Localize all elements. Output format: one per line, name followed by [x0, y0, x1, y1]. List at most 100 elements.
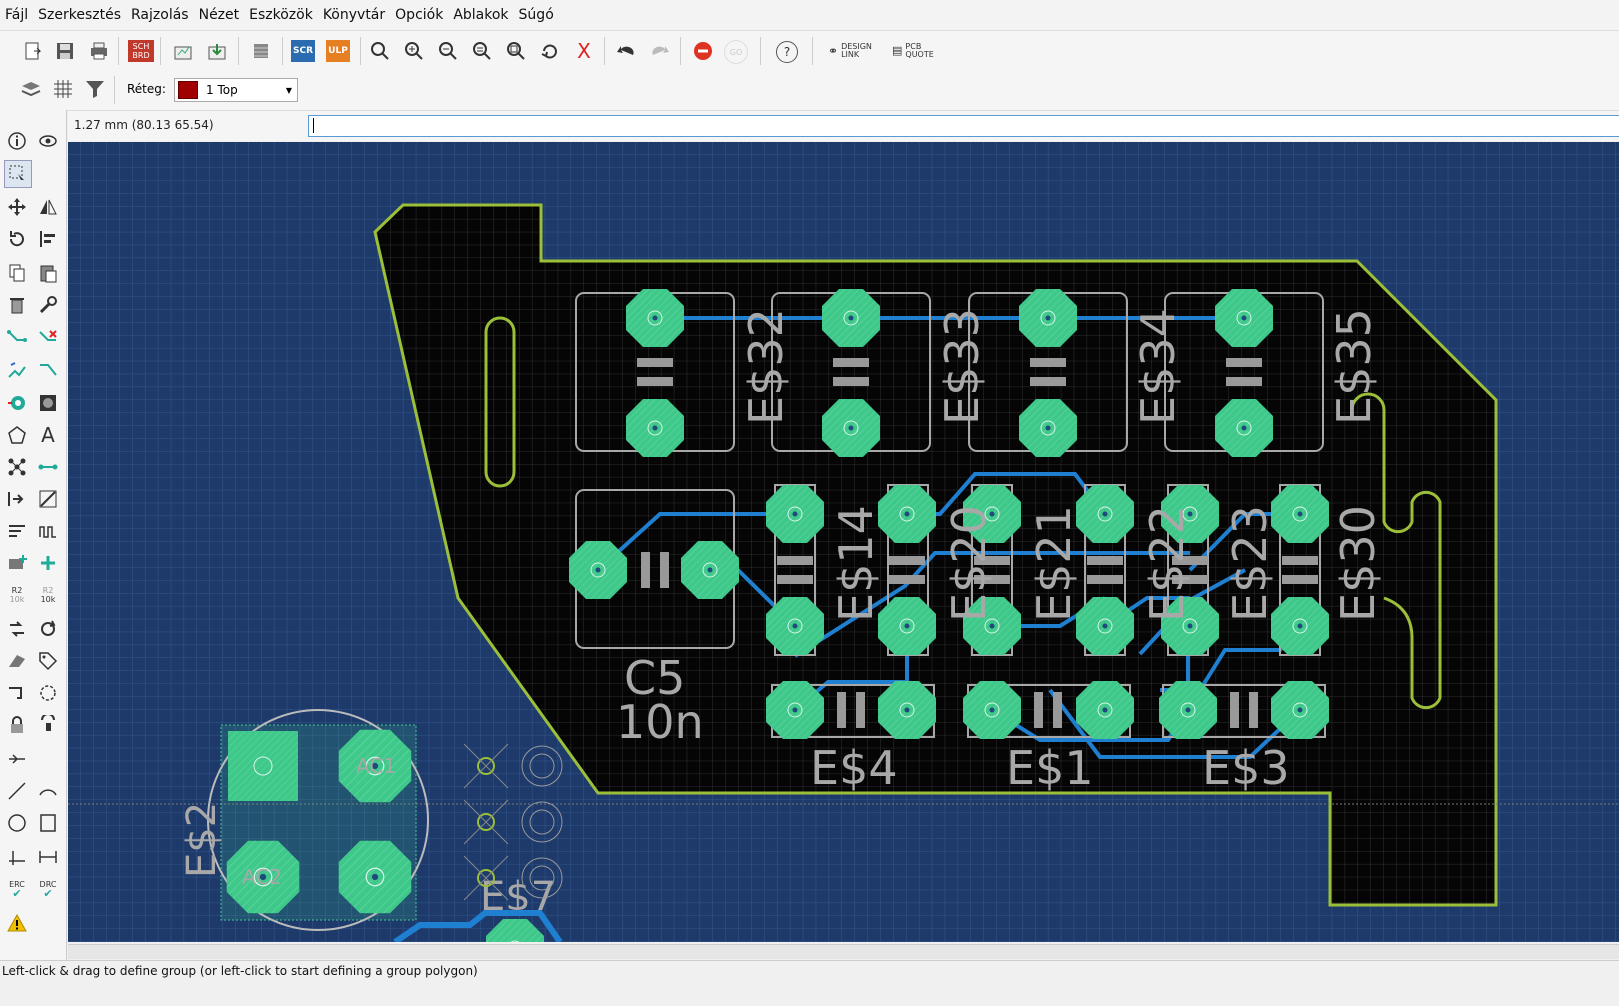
quote-icon: ▤ [892, 44, 903, 57]
grid-icon[interactable] [50, 76, 76, 102]
scr-button[interactable]: SCR [291, 40, 315, 62]
name-tool[interactable]: R2 10k [4, 582, 30, 608]
signal-icon[interactable] [4, 454, 30, 480]
paste-icon[interactable] [35, 260, 61, 286]
split-icon[interactable] [4, 680, 30, 706]
tag-icon[interactable] [35, 648, 61, 674]
add-part-icon[interactable] [4, 550, 30, 576]
export-icon[interactable] [204, 38, 230, 64]
ripup-icon[interactable] [35, 326, 61, 352]
add-icon[interactable] [35, 550, 61, 576]
polygon-icon[interactable] [4, 422, 30, 448]
menu-options[interactable]: Opciók [390, 7, 448, 23]
group-select-icon[interactable] [4, 160, 32, 188]
design-link-label: DESIGN LINK [841, 42, 872, 59]
value-tool[interactable]: R2 10k [35, 582, 61, 608]
name-tool-value: 10k [9, 595, 25, 604]
ulp-button[interactable]: ULP [326, 40, 350, 62]
pcb-quote-button[interactable]: ▤ PCB QUOTE [892, 38, 946, 64]
menu-file[interactable]: Fájl [0, 7, 33, 23]
meander-icon[interactable] [35, 358, 61, 384]
drc-button[interactable]: DRC ✔ [35, 876, 61, 902]
dimension-icon[interactable] [4, 844, 30, 870]
lock-toggle-icon[interactable] [35, 712, 61, 738]
go-button[interactable]: GO [724, 40, 748, 64]
connector-e2 [207, 709, 429, 931]
sch-brd-switch-button[interactable]: SCH BRD [128, 40, 154, 62]
filter-icon[interactable] [82, 76, 108, 102]
autorouter-icon[interactable] [4, 358, 30, 384]
cam-icon[interactable] [170, 38, 196, 64]
save-icon[interactable] [52, 38, 78, 64]
wire-net-icon[interactable] [35, 454, 61, 480]
zoom-in-icon[interactable] [401, 38, 427, 64]
zoom-out-icon[interactable] [435, 38, 461, 64]
arc-icon[interactable] [35, 778, 61, 804]
text-icon[interactable]: A [35, 422, 61, 448]
board-view[interactable]: E$32 E$33 E$34 E$35 E$14 E$20 E$21 E$22 … [68, 142, 1619, 942]
replace-icon[interactable] [4, 616, 30, 642]
eye-icon[interactable] [35, 128, 61, 154]
pad-label: AC2 [242, 865, 282, 889]
route-icon[interactable] [4, 326, 30, 352]
part-label: E$14 [829, 505, 883, 622]
smash-icon[interactable] [4, 648, 30, 674]
help-button[interactable]: ? [776, 41, 798, 63]
print-icon[interactable] [86, 38, 112, 64]
menu-library[interactable]: Könyvtár [318, 7, 390, 23]
meander-length-icon[interactable] [35, 518, 61, 544]
miter-icon[interactable] [4, 746, 30, 772]
pcb-canvas[interactable]: E$32 E$33 E$34 E$35 E$14 E$20 E$21 E$22 … [68, 142, 1619, 942]
info-icon[interactable] [4, 128, 30, 154]
redo-icon[interactable] [647, 38, 673, 64]
ratsnest-icon[interactable]: X [571, 38, 597, 64]
coordinate-readout: 1.27 mm (80.13 65.54) [74, 118, 214, 132]
horizontal-scrollbar[interactable] [68, 944, 1619, 959]
zoom-last-icon[interactable] [469, 38, 495, 64]
pcb-quote-label: PCB QUOTE [905, 42, 934, 59]
part-label: E$35 [1327, 308, 1381, 425]
delete-icon[interactable] [4, 292, 30, 318]
layer-label: Réteg: [127, 82, 166, 96]
zoom-fit-icon[interactable] [367, 38, 393, 64]
layer-select[interactable]: 1 Top ▼ [174, 78, 298, 102]
cap-value-label: 10n [616, 695, 704, 749]
menu-view[interactable]: Nézet [194, 7, 245, 23]
layer-3d-icon[interactable] [248, 38, 274, 64]
move-icon[interactable] [4, 194, 30, 220]
undo-icon[interactable] [613, 38, 639, 64]
warning-icon[interactable] [4, 910, 30, 936]
optimize-icon[interactable] [35, 680, 61, 706]
link-icon: ⚭ [828, 44, 839, 58]
command-input[interactable] [308, 115, 1619, 137]
mirror-icon[interactable] [35, 194, 61, 220]
align-icon[interactable] [35, 226, 61, 252]
layers-icon[interactable] [18, 76, 44, 102]
line-edit-icon[interactable] [35, 486, 61, 512]
wrench-icon[interactable] [35, 292, 61, 318]
menu-draw[interactable]: Rajzolás [126, 7, 194, 23]
part-label: E$3 [1202, 741, 1290, 795]
circle-icon[interactable] [4, 810, 30, 836]
zoom-select-icon[interactable] [503, 38, 529, 64]
rotate-icon[interactable] [4, 226, 30, 252]
swap-icon[interactable] [35, 616, 61, 642]
menu-tools[interactable]: Eszközök [244, 7, 318, 23]
stop-icon[interactable] [690, 38, 716, 64]
design-link-button[interactable]: ⚭ DESIGN LINK [828, 38, 882, 64]
rectangle-icon[interactable] [35, 810, 61, 836]
line-icon[interactable] [4, 778, 30, 804]
menu-windows[interactable]: Ablakok [448, 7, 513, 23]
menu-edit[interactable]: Szerkesztés [33, 7, 126, 23]
menu-help[interactable]: Súgó [514, 7, 559, 23]
open-icon[interactable] [20, 38, 46, 64]
via-icon[interactable] [4, 390, 30, 416]
multi-align-icon[interactable] [4, 518, 30, 544]
hole-icon[interactable] [35, 390, 61, 416]
lock-icon[interactable] [4, 712, 30, 738]
erc-button[interactable]: ERC ✔ [4, 876, 30, 902]
redraw-icon[interactable] [537, 38, 563, 64]
measure-icon[interactable] [35, 844, 61, 870]
copy-icon[interactable] [4, 260, 30, 286]
bus-entry-icon[interactable] [4, 486, 30, 512]
